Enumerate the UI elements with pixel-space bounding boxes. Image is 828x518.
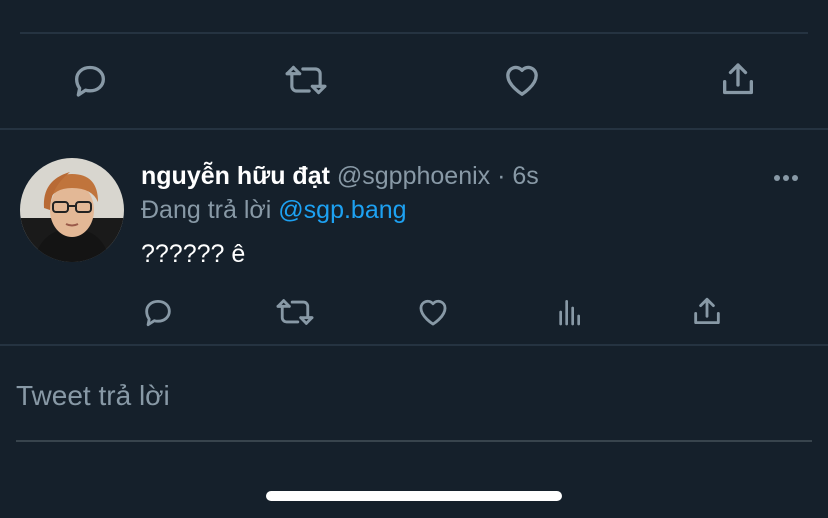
user-handle[interactable]: @sgpphoenix <box>337 162 490 190</box>
share-button[interactable] <box>685 290 729 334</box>
reply-icon <box>145 299 171 327</box>
retweet-button[interactable] <box>284 58 328 102</box>
reply-composer-input[interactable] <box>16 376 796 416</box>
divider <box>0 344 828 346</box>
divider <box>20 32 808 34</box>
reply-tweet-action-bar <box>0 290 828 334</box>
replying-to-line: Đang trả lời @sgp.bang <box>141 196 407 225</box>
heart-icon <box>506 65 538 96</box>
tweet-header: nguyễn hữu đạt @sgpphoenix · 6s <box>141 162 539 191</box>
share-icon <box>723 63 753 95</box>
display-name[interactable]: nguyễn hữu đạt <box>141 162 330 190</box>
avatar[interactable] <box>20 158 124 262</box>
reply-button[interactable] <box>68 58 112 102</box>
previous-tweet-truncated-line: · · · <box>20 0 280 4</box>
tweet-text: ?????? ê <box>141 240 246 268</box>
retweet-icon <box>276 299 314 325</box>
like-button[interactable] <box>500 58 544 102</box>
tweet-timestamp[interactable]: 6s <box>512 162 538 190</box>
heart-icon <box>419 299 447 326</box>
header-separator: · <box>490 162 513 190</box>
main-tweet-action-bar <box>0 54 828 110</box>
home-indicator[interactable] <box>266 491 562 501</box>
reply-tweet[interactable]: nguyễn hữu đạt @sgpphoenix · 6s Đang trả… <box>0 130 828 346</box>
composer-underline <box>16 440 812 442</box>
reply-button[interactable] <box>136 290 180 334</box>
replying-to-label: Đang trả lời <box>141 196 279 224</box>
retweet-icon <box>285 65 327 95</box>
analytics-button[interactable] <box>548 290 592 334</box>
reply-icon <box>75 65 106 97</box>
like-button[interactable] <box>411 290 455 334</box>
retweet-button[interactable] <box>273 290 317 334</box>
more-icon <box>774 175 798 181</box>
analytics-icon <box>559 300 580 326</box>
more-options-button[interactable] <box>768 166 804 190</box>
mention-link[interactable]: @sgp.bang <box>278 196 406 224</box>
share-icon <box>694 297 720 325</box>
share-button[interactable] <box>716 58 760 102</box>
